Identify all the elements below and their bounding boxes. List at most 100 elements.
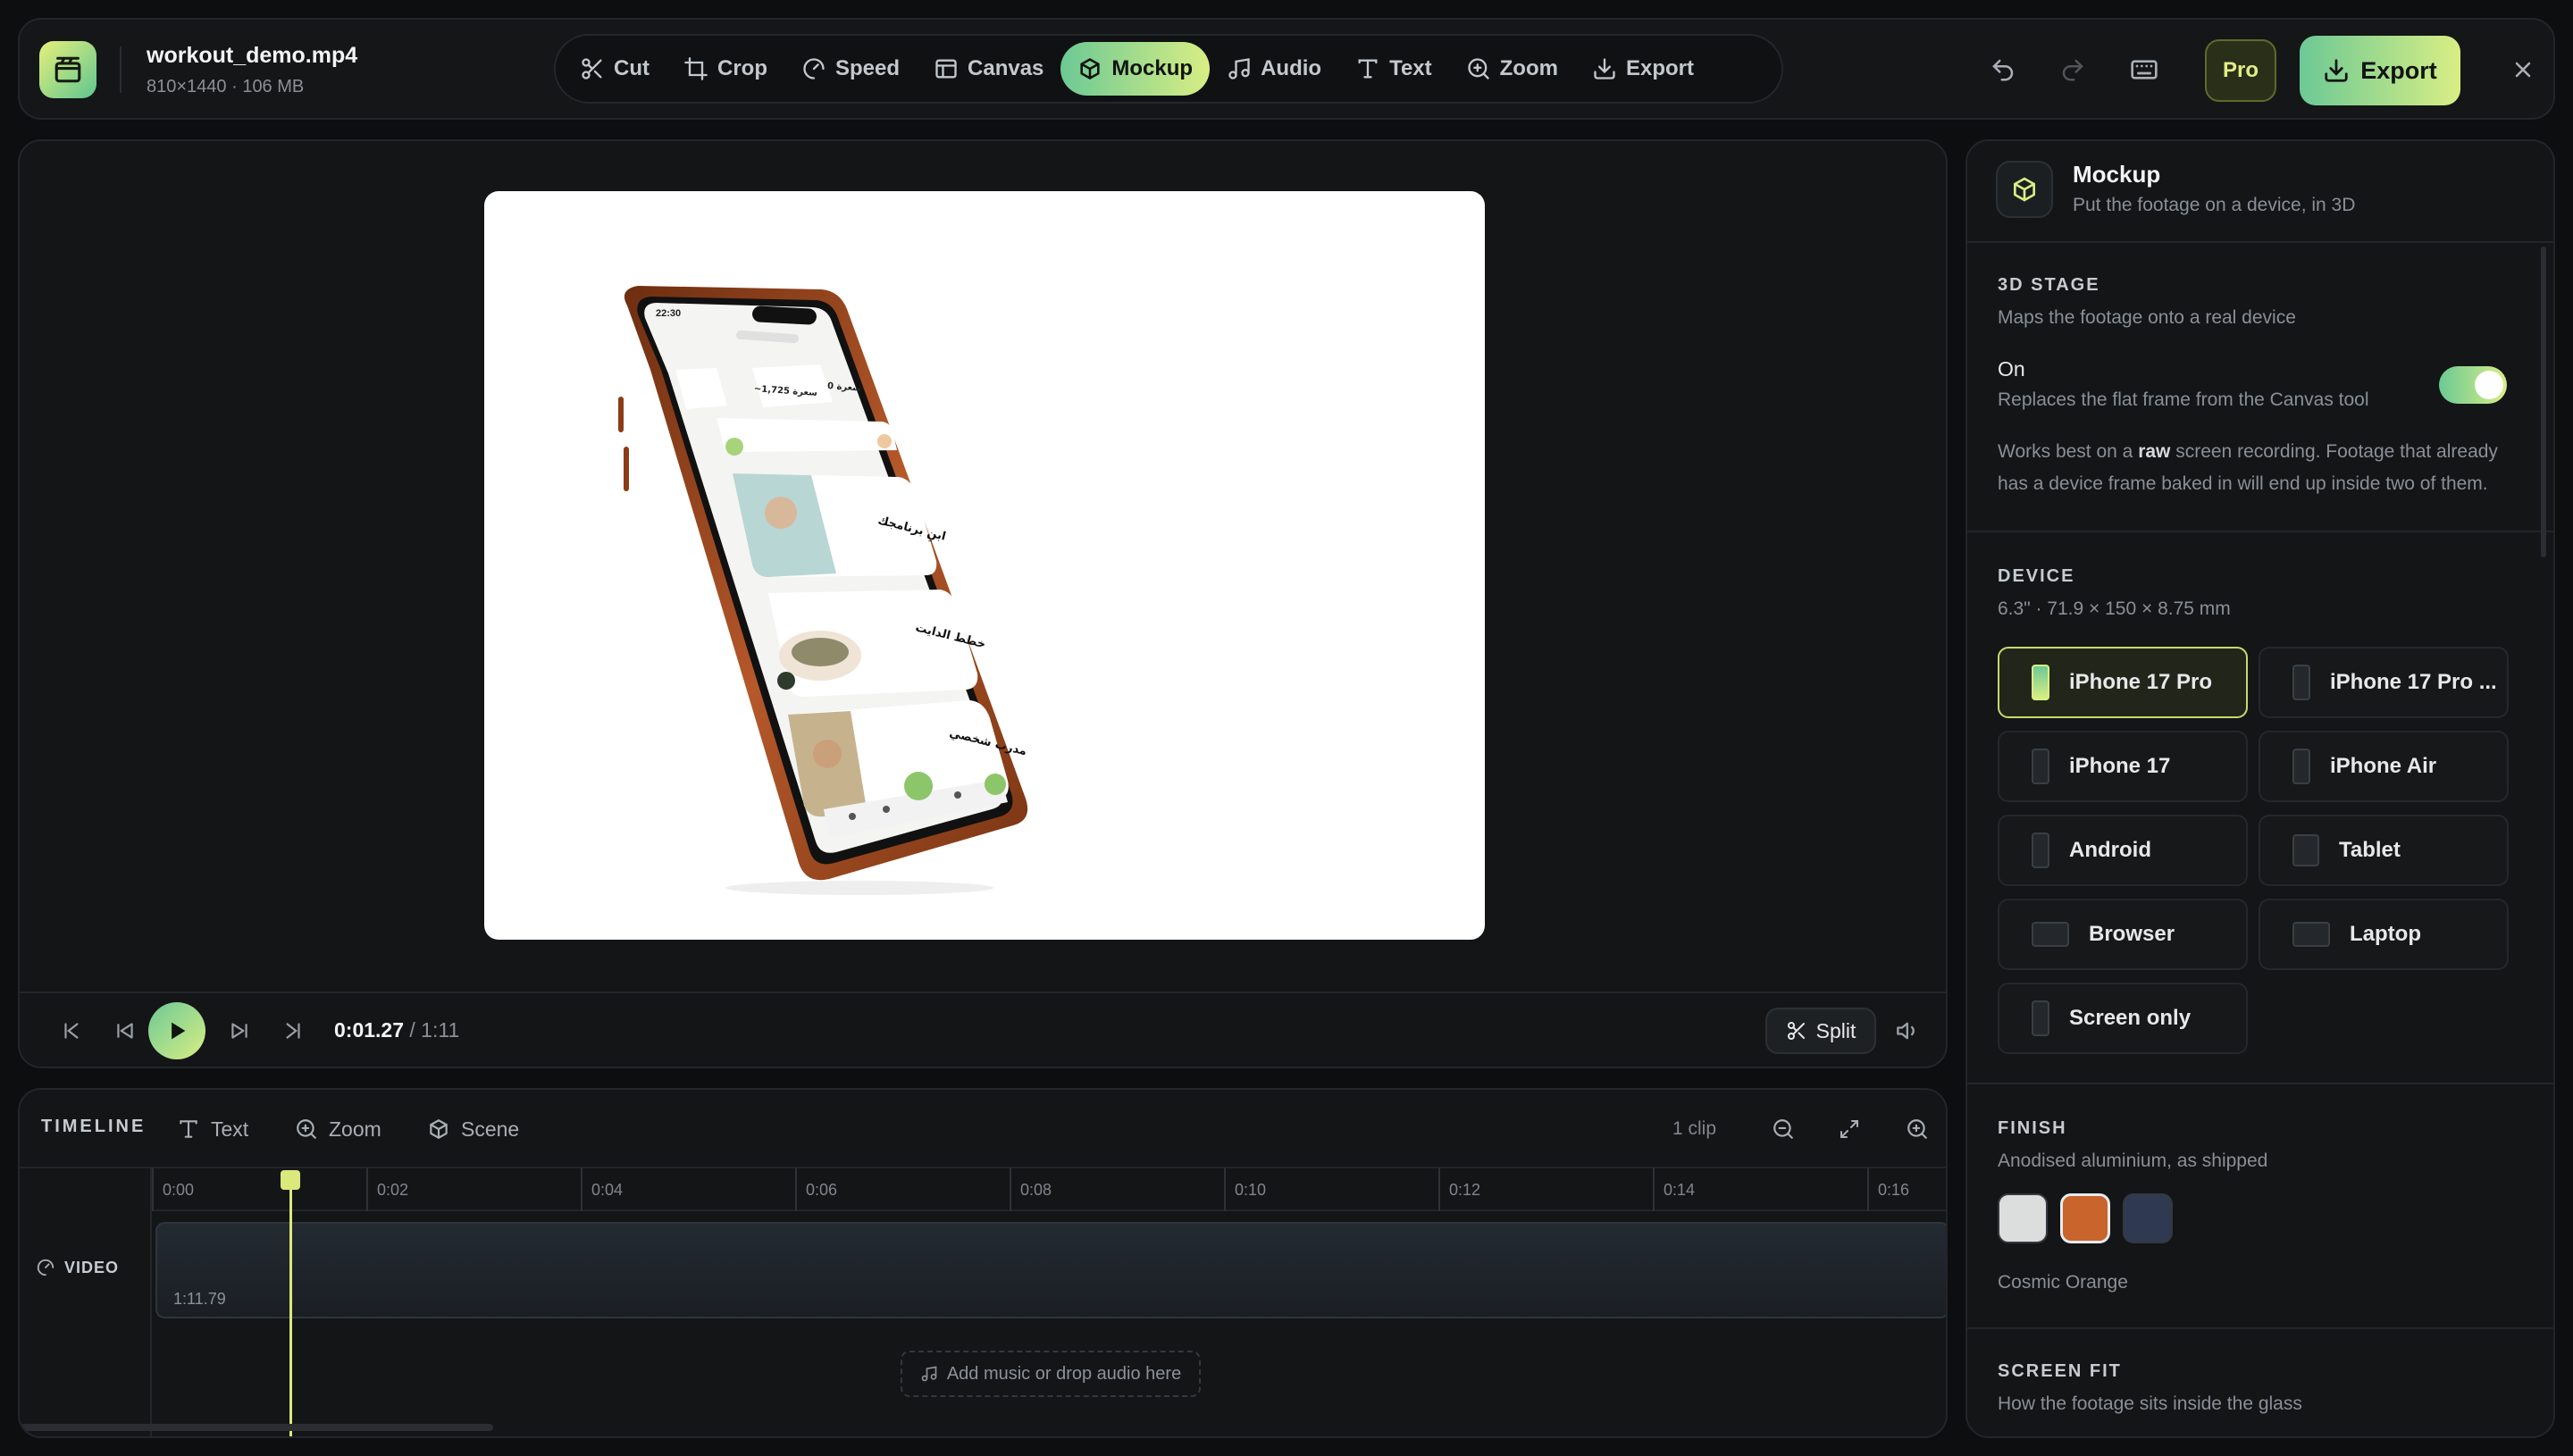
note-bold: raw — [2138, 441, 2171, 462]
keyboard-icon[interactable] — [2123, 48, 2166, 91]
device-label: iPhone 17 Pro ... — [2330, 670, 2497, 694]
finish-swatch-cosmic-orange[interactable] — [2060, 1193, 2110, 1243]
device-option-screen-only[interactable]: Screen only — [1998, 983, 2248, 1054]
device-label: Laptop — [2350, 922, 2421, 946]
timeline-add-scene-button[interactable]: Scene — [427, 1109, 519, 1149]
fit-timeline-icon[interactable] — [1830, 1109, 1869, 1149]
play-button[interactable] — [148, 1002, 205, 1059]
device-option-iphone-17-pro[interactable]: iPhone 17 Pro — [1998, 647, 2248, 718]
section-subtitle: Maps the footage onto a real device — [1998, 307, 2296, 328]
total-time: / 1:11 — [409, 1018, 460, 1042]
tool-speed[interactable]: Speed — [784, 42, 917, 96]
undo-icon[interactable] — [1982, 48, 2024, 91]
gauge-icon — [801, 56, 826, 81]
device-option-iphone-air[interactable]: iPhone Air — [2259, 731, 2509, 802]
divider — [120, 46, 122, 93]
track-header-column — [20, 1168, 152, 1436]
nav-active-icon — [904, 772, 933, 800]
phone-icon — [2032, 665, 2049, 700]
section-subtitle: How the footage sits inside the glass — [1998, 1393, 2302, 1414]
device-label: iPhone 17 Pro — [2069, 670, 2213, 694]
music-note-icon — [1227, 56, 1252, 81]
section-subtitle: Anodised aluminium, as shipped — [1998, 1151, 2268, 1171]
time-readout: 0:01.27 / 1:11 — [334, 1018, 459, 1042]
video-clip[interactable]: 1:11.79 — [155, 1222, 1946, 1318]
music-note-icon — [920, 1365, 938, 1383]
ruler-tick: 0:16 — [1867, 1168, 1909, 1211]
tool-mockup[interactable]: Mockup — [1060, 42, 1211, 96]
playhead[interactable] — [289, 1174, 292, 1436]
selected-finish-name: Cosmic Orange — [1998, 1272, 2128, 1293]
time-ruler[interactable]: 0:00 0:02 0:04 0:06 0:08 0:10 0:12 0:14 … — [152, 1168, 1946, 1211]
device-label: Android — [2069, 838, 2151, 862]
layout-icon — [934, 56, 959, 81]
next-frame-icon[interactable] — [218, 1009, 261, 1052]
phone-icon — [2032, 1000, 2049, 1036]
finish-swatch-deep-blue[interactable] — [2123, 1193, 2173, 1243]
close-icon[interactable] — [2502, 48, 2544, 91]
preview-canvas[interactable]: 22:30 ~1,725 سعرة 0 سعرة ابنِ برنامجك خط… — [484, 191, 1485, 940]
export-button[interactable]: Export — [2300, 36, 2460, 105]
phone-mockup: 22:30 ~1,725 سعرة 0 سعرة ابنِ برنامجك خط… — [618, 286, 1028, 895]
browser-icon — [2032, 922, 2069, 947]
volume-icon[interactable] — [1887, 1009, 1930, 1052]
device-option-android[interactable]: Android — [1998, 815, 2248, 886]
split-label: Split — [1815, 1018, 1856, 1042]
prev-frame-icon[interactable] — [104, 1009, 147, 1052]
text-icon — [1355, 56, 1380, 81]
finish-swatch-silver[interactable] — [1998, 1193, 2048, 1243]
scissors-icon — [1786, 1020, 1807, 1042]
tool-export[interactable]: Export — [1575, 42, 1711, 96]
tool-label: Export — [1625, 56, 1694, 80]
skip-end-icon[interactable] — [272, 1009, 314, 1052]
status-time: 22:30 — [656, 308, 681, 319]
tablet-icon — [2292, 834, 2319, 866]
ruler-tick: 0:10 — [1224, 1168, 1266, 1211]
tool-crop[interactable]: Crop — [666, 42, 784, 96]
toggle-subtitle: Replaces the flat frame from the Canvas … — [1998, 389, 2369, 410]
zoom-in-icon[interactable] — [1898, 1109, 1937, 1149]
timeline-label: TIMELINE — [41, 1117, 147, 1136]
mockup-settings-panel: Mockup Put the footage on a device, in 3… — [1965, 139, 2555, 1438]
track-label: VIDEO — [64, 1258, 120, 1276]
split-button[interactable]: Split — [1765, 1008, 1876, 1054]
timeline-add-text-button[interactable]: Text — [177, 1109, 248, 1149]
stage-toggle[interactable] — [2439, 366, 2507, 404]
tool-label: Mockup — [1111, 56, 1194, 80]
app-logo-icon[interactable] — [39, 41, 96, 98]
tool-label: Speed — [834, 56, 901, 80]
device-option-laptop[interactable]: Laptop — [2259, 899, 2509, 970]
zoom-out-icon[interactable] — [1764, 1109, 1803, 1149]
tool-label: Zoom — [1499, 56, 1558, 80]
panel-scrollbar[interactable] — [2541, 247, 2546, 557]
device-label: iPhone 17 — [2069, 754, 2171, 778]
gauge-icon — [36, 1258, 55, 1277]
tool-zoom[interactable]: Zoom — [1449, 42, 1575, 96]
audio-drop-zone[interactable]: Add music or drop audio here — [901, 1351, 1201, 1397]
phone-icon — [2292, 665, 2310, 700]
toggle-knob — [2475, 371, 2503, 399]
toggle-label: On — [1998, 357, 2025, 381]
section-heading: 3D STAGE — [1998, 275, 2100, 295]
skip-start-icon[interactable] — [50, 1009, 93, 1052]
tool-cut[interactable]: Cut — [563, 42, 666, 96]
playhead-handle[interactable] — [281, 1170, 300, 1190]
device-option-iphone-17[interactable]: iPhone 17 — [1998, 731, 2248, 802]
video-track-label: VIDEO — [36, 1258, 119, 1277]
current-time: 0:01.27 — [334, 1018, 405, 1042]
redo-icon[interactable] — [2051, 48, 2094, 91]
device-option-tablet[interactable]: Tablet — [2259, 815, 2509, 886]
device-option-iphone-17-pro-max[interactable]: iPhone 17 Pro ... — [2259, 647, 2509, 718]
tool-label: Crop — [717, 56, 767, 80]
tool-text[interactable]: Text — [1338, 42, 1449, 96]
pro-badge[interactable]: Pro — [2205, 39, 2276, 102]
device-option-browser[interactable]: Browser — [1998, 899, 2248, 970]
divider — [1967, 1083, 2553, 1084]
preview-panel: 22:30 ~1,725 سعرة 0 سعرة ابنِ برنامجك خط… — [18, 139, 1948, 1068]
timeline-scrollbar[interactable] — [20, 1424, 493, 1431]
tool-label: Canvas — [968, 56, 1044, 80]
file-meta: 810×1440 · 106 MB — [147, 77, 305, 96]
tool-audio[interactable]: Audio — [1210, 42, 1338, 96]
tool-canvas[interactable]: Canvas — [917, 42, 1060, 96]
timeline-add-zoom-button[interactable]: Zoom — [295, 1109, 381, 1149]
